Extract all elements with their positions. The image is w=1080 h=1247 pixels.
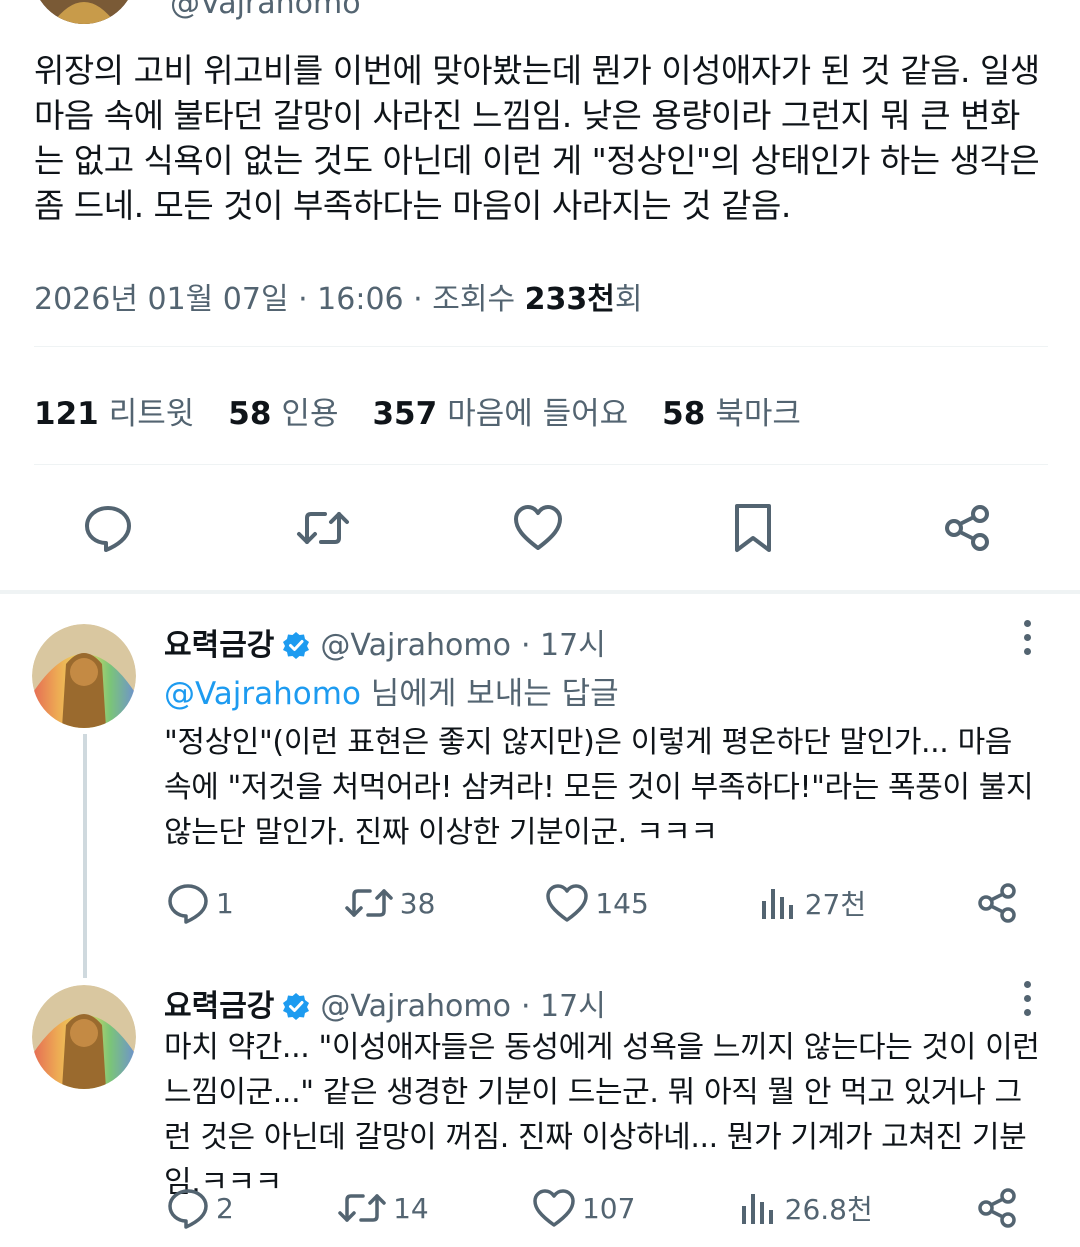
author-handle[interactable]: @Vajrahomo xyxy=(170,0,361,21)
retweet-button[interactable]: 14 xyxy=(337,1186,429,1230)
retweet-count: 14 xyxy=(393,1191,429,1225)
like-button[interactable]: 107 xyxy=(532,1188,635,1228)
share-button[interactable] xyxy=(976,1186,1026,1230)
views-count: 27천 xyxy=(804,888,867,921)
reply-button[interactable]: 1 xyxy=(166,881,234,925)
reply-button[interactable]: 2 xyxy=(166,1186,234,1230)
tweet-actions xyxy=(78,498,998,558)
like-icon[interactable] xyxy=(508,498,568,558)
stat-likes[interactable]: 357 마음에 들어요 xyxy=(372,388,628,433)
stat-retweets[interactable]: 121 리트윗 xyxy=(34,388,194,433)
share-icon[interactable] xyxy=(938,498,998,558)
reply-text: "정상인"(이런 표현은 좋지 않지만)은 이렇게 평온하단 말인가... 마음… xyxy=(164,725,1034,850)
replying-to: @Vajrahomo 님에게 보내는 답글 xyxy=(164,676,619,712)
tweet-timestamp[interactable]: 2026년 01월 07일 · 16:06 · 조회수 xyxy=(34,282,525,317)
views-count: 26.8천 xyxy=(784,1193,873,1226)
views-button[interactable]: 27천 xyxy=(759,883,866,923)
like-count: 107 xyxy=(581,1191,636,1225)
divider xyxy=(34,464,1048,465)
reply-avatar[interactable] xyxy=(32,624,136,728)
reply-header: 요력금강 @Vajrahomo · 17시 xyxy=(164,981,606,1025)
view-suffix: 회 xyxy=(614,282,643,317)
bookmark-icon[interactable] xyxy=(723,498,783,558)
view-count: 233천 xyxy=(524,282,615,317)
more-options-icon[interactable] xyxy=(1017,981,1037,1023)
reply-avatar[interactable] xyxy=(32,985,136,1089)
reply-author-handle[interactable]: @Vajrahomo xyxy=(320,989,511,1024)
retweet-button[interactable]: 38 xyxy=(344,881,436,925)
reply-text: 마치 약간... "이성애자들은 동성에게 성욕을 느끼지 않는다는 것이 이런… xyxy=(164,1030,1040,1200)
reply-icon[interactable] xyxy=(78,498,138,558)
tweet-stats: 121 리트윗 58 인용 357 마음에 들어요 58 북마크 xyxy=(34,388,801,433)
tweet-text: 위장의 고비 위고비를 이번에 맞아봤는데 뭔가 이성애자가 된 것 같음. 일… xyxy=(34,51,1040,225)
reply-actions: 1 38 145 27천 xyxy=(166,880,1026,926)
reply-author-handle[interactable]: @Vajrahomo xyxy=(320,628,511,663)
views-button[interactable]: 26.8천 xyxy=(739,1188,873,1228)
thread-line xyxy=(83,734,87,978)
stat-quotes[interactable]: 58 인용 xyxy=(228,388,338,433)
reply-author-name[interactable]: 요력금강 xyxy=(164,628,274,663)
more-options-icon[interactable] xyxy=(1017,620,1037,662)
mention-link[interactable]: @Vajrahomo xyxy=(164,676,361,712)
tweet-meta: 2026년 01월 07일 · 16:06 · 조회수 233천회 xyxy=(34,274,642,318)
verified-badge-icon xyxy=(282,992,310,1024)
divider xyxy=(34,346,1048,347)
reply-header: 요력금강 @Vajrahomo · 17시 xyxy=(164,620,606,664)
reply-time[interactable]: · 17시 xyxy=(521,989,606,1024)
reply-actions: 2 14 107 26.8천 xyxy=(166,1185,1026,1231)
share-button[interactable] xyxy=(976,881,1026,925)
retweet-count: 38 xyxy=(399,886,436,920)
verified-badge-icon xyxy=(282,631,310,663)
reply-time[interactable]: · 17시 xyxy=(521,628,606,663)
reply-count: 1 xyxy=(216,886,234,920)
reply-count: 2 xyxy=(216,1191,234,1225)
section-separator xyxy=(0,590,1080,594)
reply-author-name[interactable]: 요력금강 xyxy=(164,989,274,1024)
like-button[interactable]: 145 xyxy=(545,883,649,923)
like-count: 145 xyxy=(595,886,649,920)
retweet-icon[interactable] xyxy=(293,498,353,558)
stat-bookmarks[interactable]: 58 북마크 xyxy=(662,388,801,433)
author-avatar[interactable] xyxy=(32,0,136,24)
